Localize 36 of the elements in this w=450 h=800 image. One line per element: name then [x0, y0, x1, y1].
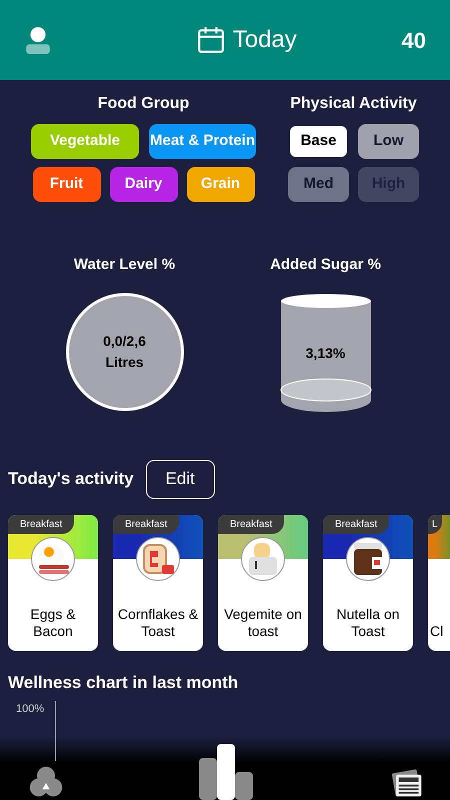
meal-tag: Breakfast [323, 514, 390, 534]
meal-name: Eggs & Bacon [29, 606, 77, 640]
meal-tag: Breakfast [8, 514, 74, 534]
meal-tag: Breakfast [218, 514, 284, 534]
meal-tag: Breakfast [113, 514, 180, 534]
date-title: Today [232, 25, 297, 55]
added-sugar-title: Added Sugar % [270, 255, 381, 275]
meal-card[interactable]: Breakfast Eggs & Bacon [8, 514, 98, 650]
water-level-title: Water Level % [74, 255, 176, 275]
axis-tick-label: 100% [16, 702, 44, 717]
water-unit: Litres [105, 352, 144, 372]
meal-tag: L [428, 514, 442, 534]
physical-activity-title: Physical Activity [290, 94, 417, 114]
meal-card[interactable]: Breakfast Vegemite on toast [218, 514, 308, 650]
food-group-title: Food Group [98, 94, 190, 114]
wellness-title: Wellness chart in last month [7, 672, 240, 694]
bar-chart-icon[interactable] [198, 744, 254, 800]
score-count: 40 [402, 26, 426, 54]
meal-card[interactable]: Breakfast Nutella on Toast [323, 514, 413, 650]
food-group-chip[interactable]: Dairy [110, 167, 178, 202]
meal-name: Nutella on Toast [335, 606, 401, 640]
calendar-icon [196, 26, 225, 54]
user-icon[interactable] [24, 26, 52, 54]
meal-name: Cl [429, 622, 444, 640]
edit-button[interactable]: Edit [146, 460, 215, 498]
activity-level-button[interactable]: Med [288, 167, 349, 202]
activity-level-button[interactable]: Low [358, 124, 419, 159]
meal-name: Vegemite on toast [223, 606, 303, 640]
activity-level-button[interactable]: Base [288, 124, 349, 159]
activity-title: Today's activity [8, 468, 134, 490]
meal-card[interactable]: Breakfast Cornflakes & Toast [113, 514, 203, 650]
chart-axis [55, 701, 56, 761]
sugar-value: 3,13% [304, 344, 346, 362]
water-amount: 0,0/2,6 [103, 332, 146, 350]
meal-card[interactable]: L Cl [428, 514, 450, 650]
meal-name: Cornflakes & Toast [116, 606, 200, 640]
